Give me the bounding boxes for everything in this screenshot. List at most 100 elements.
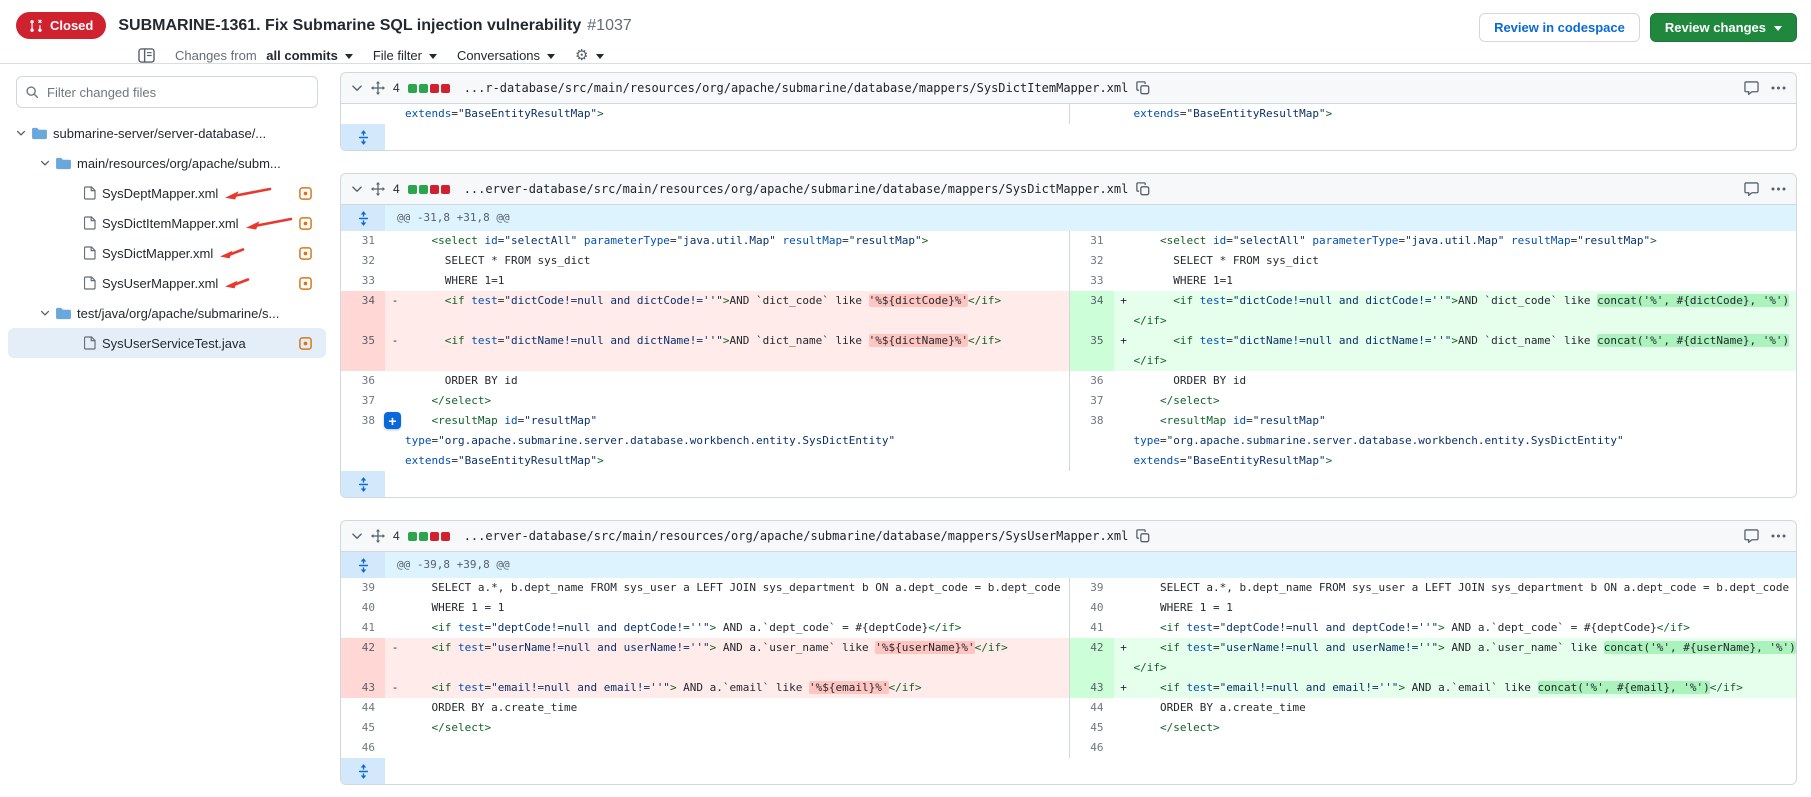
- line-number[interactable]: 31: [341, 231, 385, 251]
- drag-file-handle-icon[interactable]: [371, 182, 385, 196]
- tree-folder-item[interactable]: submarine-server/server-database/...: [8, 118, 326, 148]
- copy-path-icon[interactable]: [1136, 529, 1150, 543]
- review-changes-button[interactable]: Review changes: [1650, 13, 1797, 42]
- file-menu-kebab-icon[interactable]: [1771, 86, 1786, 90]
- tree-file-item[interactable]: SysUserServiceTest.java: [8, 328, 326, 358]
- code-line: <if test="dictName!=null and dictName!='…: [1134, 331, 1797, 371]
- diffstat-square: [430, 185, 439, 194]
- chevron-down-icon[interactable]: [40, 158, 50, 168]
- line-number[interactable]: 42: [1070, 638, 1114, 678]
- file-icon: [84, 276, 96, 290]
- chevron-down-icon[interactable]: [16, 128, 26, 138]
- copy-path-icon[interactable]: [1136, 182, 1150, 196]
- drag-file-handle-icon[interactable]: [371, 529, 385, 543]
- diff-row: 40 WHERE 1 = 140 WHERE 1 = 1: [341, 598, 1796, 618]
- line-number[interactable]: 33: [341, 271, 385, 291]
- line-number[interactable]: 32: [341, 251, 385, 271]
- expand-diff-button[interactable]: [341, 758, 385, 784]
- file-path-link[interactable]: ...erver-database/src/main/resources/org…: [464, 182, 1129, 196]
- copy-path-icon[interactable]: [1136, 81, 1150, 95]
- line-number[interactable]: 41: [341, 618, 385, 638]
- line-number[interactable]: 36: [341, 371, 385, 391]
- diff-row: 45 </select>45 </select>: [341, 718, 1796, 738]
- comment-icon[interactable]: [1744, 81, 1759, 95]
- line-number[interactable]: 33: [1070, 271, 1114, 291]
- tree-file-item[interactable]: SysUserMapper.xml: [8, 268, 326, 298]
- tree-file-item[interactable]: SysDictMapper.xml: [8, 238, 326, 268]
- tree-file-label: SysUserServiceTest.java: [102, 336, 246, 351]
- line-number[interactable]: 39: [341, 578, 385, 598]
- file-icon: [84, 336, 96, 350]
- diff-settings-dropdown[interactable]: ⚙: [575, 48, 603, 63]
- expand-diff-button[interactable]: [341, 471, 385, 497]
- line-number[interactable]: 40: [341, 598, 385, 618]
- line-number[interactable]: 35: [341, 331, 385, 371]
- line-number[interactable]: 36: [1070, 371, 1114, 391]
- diff-left-cell: 39 SELECT a.*, b.dept_name FROM sys_user…: [341, 578, 1069, 598]
- code-line: WHERE 1=1: [405, 271, 1069, 291]
- line-number[interactable]: 45: [341, 718, 385, 738]
- collapse-file-chevron-icon[interactable]: [351, 530, 363, 542]
- changes-from-dropdown[interactable]: Changes from all commits: [175, 48, 353, 63]
- add-comment-button[interactable]: +: [384, 412, 401, 429]
- line-number[interactable]: 46: [341, 738, 385, 758]
- line-number[interactable]: 44: [341, 698, 385, 718]
- line-number[interactable]: 34: [341, 291, 385, 331]
- comment-icon[interactable]: [1744, 529, 1759, 543]
- line-number[interactable]: 31: [1070, 231, 1114, 251]
- expand-hunk-button[interactable]: [341, 552, 385, 578]
- line-number[interactable]: 38: [1070, 411, 1114, 471]
- diff-panel: 4...r-database/src/main/resources/org/ap…: [334, 64, 1811, 797]
- line-number[interactable]: 34: [1070, 291, 1114, 331]
- code-line: extends="BaseEntityResultMap">: [1134, 104, 1797, 124]
- tree-file-item[interactable]: SysDictItemMapper.xml: [8, 208, 326, 238]
- tree-file-label: SysDictItemMapper.xml: [102, 216, 239, 231]
- line-number[interactable]: 41: [1070, 618, 1114, 638]
- line-number[interactable]: 37: [1070, 391, 1114, 411]
- line-number[interactable]: 46: [1070, 738, 1114, 758]
- tree-folder-label: test/java/org/apache/submarine/s...: [77, 306, 279, 321]
- drag-file-handle-icon[interactable]: [371, 81, 385, 95]
- diff-file-header: 4...erver-database/src/main/resources/or…: [341, 521, 1796, 552]
- toggle-file-tree-button[interactable]: [138, 48, 155, 63]
- line-number[interactable]: 40: [1070, 598, 1114, 618]
- line-number[interactable]: 42: [341, 638, 385, 678]
- line-number[interactable]: [1070, 104, 1114, 124]
- file-menu-kebab-icon[interactable]: [1771, 187, 1786, 191]
- expand-diff-button[interactable]: [341, 124, 385, 150]
- review-in-codespace-button[interactable]: Review in codespace: [1479, 13, 1640, 42]
- line-number[interactable]: 39: [1070, 578, 1114, 598]
- file-icon: [84, 186, 96, 200]
- file-menu-kebab-icon[interactable]: [1771, 534, 1786, 538]
- diff-right-cell: 44 ORDER BY a.create_time: [1069, 698, 1797, 718]
- expand-hunk-button[interactable]: [341, 205, 385, 231]
- line-number[interactable]: 32: [1070, 251, 1114, 271]
- tree-file-label: SysDeptMapper.xml: [102, 186, 218, 201]
- line-number[interactable]: 43: [341, 678, 385, 698]
- collapse-file-chevron-icon[interactable]: [351, 183, 363, 195]
- line-number[interactable]: 35: [1070, 331, 1114, 371]
- tree-folder-label: submarine-server/server-database/...: [53, 126, 266, 141]
- diff-file-header: 4...r-database/src/main/resources/org/ap…: [341, 73, 1796, 104]
- file-path-link[interactable]: ...erver-database/src/main/resources/org…: [464, 529, 1129, 543]
- line-number[interactable]: 43: [1070, 678, 1114, 698]
- conversations-dropdown[interactable]: Conversations: [457, 48, 555, 63]
- line-number[interactable]: [341, 104, 385, 124]
- file-filter-dropdown[interactable]: File filter: [373, 48, 437, 63]
- comment-icon[interactable]: [1744, 182, 1759, 196]
- code-line: WHERE 1 = 1: [1134, 598, 1797, 618]
- line-number[interactable]: 38: [341, 411, 385, 471]
- tree-file-item[interactable]: SysDeptMapper.xml: [8, 178, 326, 208]
- line-number[interactable]: 44: [1070, 698, 1114, 718]
- tree-folder-item[interactable]: main/resources/org/apache/subm...: [8, 148, 326, 178]
- filter-changed-files-input[interactable]: [16, 76, 318, 108]
- collapse-file-chevron-icon[interactable]: [351, 82, 363, 94]
- file-path-link[interactable]: ...r-database/src/main/resources/org/apa…: [464, 81, 1129, 95]
- diff-row: 38+ <resultMap id="resultMap"type="org.a…: [341, 411, 1796, 471]
- line-number[interactable]: 37: [341, 391, 385, 411]
- chevron-down-icon[interactable]: [40, 308, 50, 318]
- line-number[interactable]: 45: [1070, 718, 1114, 738]
- tree-folder-item[interactable]: test/java/org/apache/submarine/s...: [8, 298, 326, 328]
- diff-right-cell: 32 SELECT * FROM sys_dict: [1069, 251, 1797, 271]
- gear-icon: ⚙: [575, 48, 588, 63]
